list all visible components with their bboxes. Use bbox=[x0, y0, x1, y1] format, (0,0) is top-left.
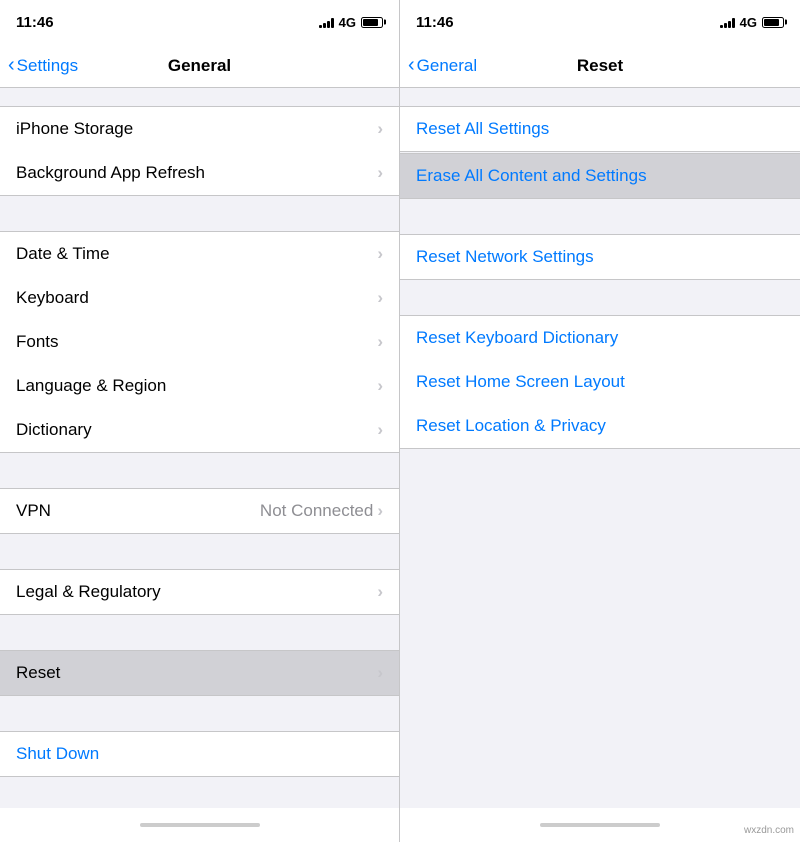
reset-keyboard-dict-label: Reset Keyboard Dictionary bbox=[416, 328, 784, 348]
back-button-left[interactable]: ‹ Settings bbox=[8, 56, 78, 76]
chevron-legal: › bbox=[377, 582, 383, 602]
language-label: Language & Region bbox=[16, 376, 377, 396]
back-chevron-right: ‹ bbox=[408, 55, 415, 75]
section-reset-more: Reset Keyboard Dictionary Reset Home Scr… bbox=[400, 315, 800, 449]
right-scroll-content: Reset All Settings Erase All Content and… bbox=[400, 88, 800, 808]
home-indicator-left bbox=[0, 808, 399, 842]
nav-bar-left: ‹ Settings General bbox=[0, 44, 399, 88]
erase-all-label: Erase All Content and Settings bbox=[416, 166, 784, 186]
list-item-reset-network[interactable]: Reset Network Settings bbox=[400, 235, 800, 279]
nav-title-right: Reset bbox=[577, 56, 623, 76]
fonts-label: Fonts bbox=[16, 332, 377, 352]
date-time-label: Date & Time bbox=[16, 244, 377, 264]
list-item-reset-home-screen[interactable]: Reset Home Screen Layout bbox=[400, 360, 800, 404]
chevron-keyboard: › bbox=[377, 288, 383, 308]
section-date-dict: Date & Time › Keyboard › Fonts › Languag… bbox=[0, 231, 399, 453]
chevron-storage: › bbox=[377, 119, 383, 139]
section-reset-network: Reset Network Settings bbox=[400, 234, 800, 280]
gap2 bbox=[0, 453, 399, 488]
back-label-left: Settings bbox=[17, 56, 78, 76]
list-item-keyboard[interactable]: Keyboard › bbox=[0, 276, 399, 320]
list-item-reset-location[interactable]: Reset Location & Privacy bbox=[400, 404, 800, 448]
list-item-reset[interactable]: Reset › bbox=[0, 651, 399, 695]
chevron-reset: › bbox=[377, 663, 383, 683]
home-bar-left bbox=[140, 823, 260, 827]
chevron-language: › bbox=[377, 376, 383, 396]
gap5 bbox=[0, 696, 399, 731]
network-left: 4G bbox=[339, 15, 356, 30]
reset-network-label: Reset Network Settings bbox=[416, 247, 784, 267]
time-left: 11:46 bbox=[16, 14, 54, 31]
list-item-fonts[interactable]: Fonts › bbox=[0, 320, 399, 364]
nav-bar-right: ‹ General Reset bbox=[400, 44, 800, 88]
list-item-reset-keyboard-dict[interactable]: Reset Keyboard Dictionary bbox=[400, 316, 800, 360]
indicators-left: 4G bbox=[319, 15, 383, 30]
nav-title-left: General bbox=[168, 56, 231, 76]
list-item-erase-all[interactable]: Erase All Content and Settings bbox=[400, 154, 800, 198]
chevron-date-time: › bbox=[377, 244, 383, 264]
watermark: wxzdn.com bbox=[744, 825, 794, 836]
home-indicator-right bbox=[400, 808, 800, 842]
section-storage: iPhone Storage › Background App Refresh … bbox=[0, 106, 399, 196]
list-item-iphone-storage[interactable]: iPhone Storage › bbox=[0, 107, 399, 151]
background-refresh-label: Background App Refresh bbox=[16, 163, 377, 183]
network-right: 4G bbox=[740, 15, 757, 30]
list-item-vpn[interactable]: VPN Not Connected › bbox=[0, 489, 399, 533]
gap1 bbox=[0, 196, 399, 231]
section-reset-all: Reset All Settings bbox=[400, 106, 800, 152]
iphone-storage-label: iPhone Storage bbox=[16, 119, 377, 139]
back-button-right[interactable]: ‹ General bbox=[408, 56, 477, 76]
vpn-label: VPN bbox=[16, 501, 260, 521]
chevron-fonts: › bbox=[377, 332, 383, 352]
time-right: 11:46 bbox=[416, 14, 454, 31]
list-item-background-refresh[interactable]: Background App Refresh › bbox=[0, 151, 399, 195]
status-bar-left: 11:46 4G bbox=[0, 0, 399, 44]
reset-home-screen-label: Reset Home Screen Layout bbox=[416, 372, 784, 392]
right-gap1 bbox=[400, 199, 800, 234]
back-label-right: General bbox=[417, 56, 477, 76]
chevron-bg-refresh: › bbox=[377, 163, 383, 183]
right-filler bbox=[400, 449, 800, 649]
list-item-date-time[interactable]: Date & Time › bbox=[0, 232, 399, 276]
gap6 bbox=[0, 777, 399, 808]
signal-icon-right bbox=[720, 16, 735, 28]
vpn-sublabel: Not Connected bbox=[260, 501, 373, 521]
section-vpn: VPN Not Connected › bbox=[0, 488, 399, 534]
back-chevron-left: ‹ bbox=[8, 55, 15, 75]
reset-all-settings-label: Reset All Settings bbox=[416, 119, 784, 139]
indicators-right: 4G bbox=[720, 15, 784, 30]
section-reset: Reset › bbox=[0, 650, 399, 696]
section-shutdown: Shut Down bbox=[0, 731, 399, 777]
battery-icon-right bbox=[762, 17, 784, 28]
section-legal: Legal & Regulatory › bbox=[0, 569, 399, 615]
dictionary-label: Dictionary bbox=[16, 420, 377, 440]
gap4 bbox=[0, 615, 399, 650]
chevron-vpn: › bbox=[377, 501, 383, 521]
left-panel: 11:46 4G ‹ Settings General iPhone bbox=[0, 0, 400, 842]
section-erase-all: Erase All Content and Settings bbox=[400, 153, 800, 199]
legal-label: Legal & Regulatory bbox=[16, 582, 377, 602]
list-item-reset-all-settings[interactable]: Reset All Settings bbox=[400, 107, 800, 151]
keyboard-label: Keyboard bbox=[16, 288, 377, 308]
right-panel: 11:46 4G ‹ General Reset Reset All bbox=[400, 0, 800, 842]
left-scroll-content: iPhone Storage › Background App Refresh … bbox=[0, 88, 399, 808]
list-item-shutdown[interactable]: Shut Down bbox=[0, 732, 399, 776]
reset-label: Reset bbox=[16, 663, 377, 683]
battery-icon bbox=[361, 17, 383, 28]
list-item-dictionary[interactable]: Dictionary › bbox=[0, 408, 399, 452]
signal-icon bbox=[319, 16, 334, 28]
list-item-legal[interactable]: Legal & Regulatory › bbox=[0, 570, 399, 614]
reset-location-label: Reset Location & Privacy bbox=[416, 416, 784, 436]
right-gap2 bbox=[400, 280, 800, 315]
list-item-language[interactable]: Language & Region › bbox=[0, 364, 399, 408]
chevron-dictionary: › bbox=[377, 420, 383, 440]
gap3 bbox=[0, 534, 399, 569]
home-bar-right bbox=[540, 823, 660, 827]
status-bar-right: 11:46 4G bbox=[400, 0, 800, 44]
shutdown-label: Shut Down bbox=[16, 744, 383, 764]
